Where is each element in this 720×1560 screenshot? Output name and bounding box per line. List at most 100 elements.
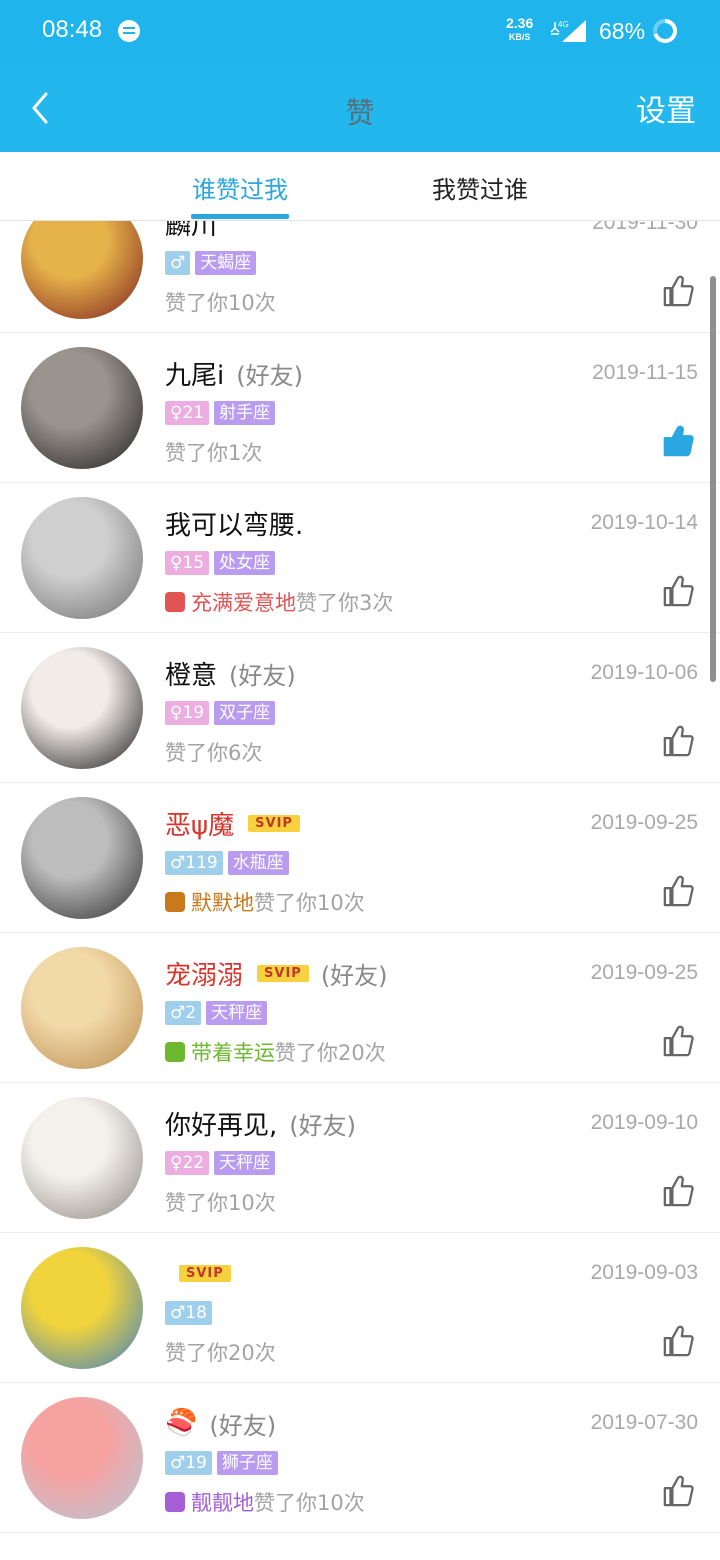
gender-age-tag: ♂2: [165, 1001, 202, 1025]
list-item[interactable]: 宠溺溺 SVIP (好友) 2019-09-25 ♂2 天秤座 带着幸运 赞了你…: [0, 933, 720, 1083]
like-summary: 带着幸运 赞了你20次: [165, 1037, 386, 1067]
list-item[interactable]: 恶ψ魔 SVIP 2019-09-25 ♂119 水瓶座 默默地 赞了你10次: [0, 783, 720, 933]
message-icon: [118, 20, 140, 42]
user-name[interactable]: 麟川: [165, 221, 217, 242]
like-date: 2019-11-15: [592, 361, 698, 384]
age: 21: [182, 403, 205, 423]
battery-icon: [653, 18, 678, 43]
user-tags: ♀21 射手座: [165, 401, 280, 425]
avatar[interactable]: [21, 1097, 143, 1219]
thumbs-up-icon[interactable]: [662, 423, 696, 459]
like-summary: 赞了你20次: [165, 1337, 276, 1367]
name-line: 麟川: [165, 221, 217, 241]
gender-symbol: ♂: [170, 853, 186, 873]
zodiac-tag: 水瓶座: [227, 851, 289, 875]
zodiac-tag: 天秤座: [206, 1001, 268, 1025]
user-name[interactable]: 我可以弯腰.: [165, 505, 303, 542]
gender-age-tag: ♂19: [165, 1451, 212, 1475]
list-item[interactable]: 麟川 2019-11-30 ♂ 天蝎座 赞了你10次: [0, 221, 720, 333]
tab-who-liked-me[interactable]: 谁赞过我: [192, 170, 288, 205]
gender-symbol: ♀: [170, 553, 183, 573]
likes-list[interactable]: 麟川 2019-11-30 ♂ 天蝎座 赞了你10次 九尾i (好友) 2019…: [0, 221, 720, 1560]
like-summary: 充满爱意地 赞了你3次: [165, 587, 393, 617]
user-tags: ♂ 天蝎座: [165, 251, 261, 275]
name-line: 宠溺溺 SVIP (好友): [165, 955, 388, 991]
avatar[interactable]: [21, 347, 143, 469]
svip-badge: SVIP: [257, 964, 309, 982]
gender-age-tag: ♀19: [165, 701, 210, 725]
thumbs-up-icon[interactable]: [662, 1323, 696, 1359]
user-name[interactable]: 九尾i: [165, 355, 224, 392]
like-date: 2019-09-25: [590, 961, 698, 984]
gender-age-tag: ♀21: [165, 401, 210, 425]
gender-symbol: ♂: [170, 1003, 186, 1023]
list-item[interactable]: 🍣 (好友) 2019-07-30 ♂19 狮子座 靓靓地 赞了你10次: [0, 1383, 720, 1533]
zodiac-tag: 天秤座: [214, 1151, 276, 1175]
avatar[interactable]: [21, 497, 143, 619]
avatar[interactable]: [21, 797, 143, 919]
like-date: 2019-09-10: [590, 1111, 698, 1134]
nav-bar: 赞 设置: [0, 64, 720, 152]
age: 18: [185, 1303, 207, 1323]
settings-button[interactable]: 设置: [636, 86, 696, 130]
avatar[interactable]: [21, 647, 143, 769]
friend-label: (好友): [289, 1111, 356, 1140]
like-date: 2019-10-14: [590, 511, 698, 534]
like-summary: 赞了你1次: [165, 437, 262, 467]
name-line: 我可以弯腰.: [165, 505, 303, 541]
list-item[interactable]: 橙意 (好友) 2019-10-06 ♀19 双子座 赞了你6次: [0, 633, 720, 783]
like-count: 赞了你10次: [254, 891, 365, 915]
age: 119: [185, 853, 218, 873]
thumbs-up-icon[interactable]: [662, 573, 696, 609]
zodiac-tag: 狮子座: [216, 1451, 278, 1475]
like-count: 赞了你10次: [165, 1191, 276, 1215]
user-name[interactable]: 恶ψ魔: [165, 805, 234, 842]
friend-label: (好友): [320, 961, 388, 990]
page-title: 赞: [345, 96, 375, 130]
thumbs-up-icon[interactable]: [662, 273, 696, 309]
like-effect-icon: [165, 592, 185, 612]
avatar[interactable]: [21, 947, 143, 1069]
user-name[interactable]: 🍣: [165, 1408, 197, 1438]
like-effect: 带着幸运: [191, 1041, 275, 1065]
friend-label: (好友): [236, 361, 303, 390]
thumbs-up-icon[interactable]: [662, 723, 696, 759]
network-speed: 2.36 KB/S: [506, 16, 533, 44]
list-item[interactable]: 你好再见, (好友) 2019-09-10 ♀22 天秤座 赞了你10次: [0, 1083, 720, 1233]
name-line: 🍣 (好友): [165, 1405, 276, 1441]
thumbs-up-icon[interactable]: [662, 1473, 696, 1509]
like-summary: 靓靓地 赞了你10次: [165, 1487, 365, 1517]
age: 22: [182, 1153, 205, 1173]
like-count: 赞了你6次: [165, 741, 263, 765]
zodiac-tag: 天蝎座: [195, 251, 257, 275]
avatar[interactable]: [21, 221, 143, 319]
list-item[interactable]: 我可以弯腰. 2019-10-14 ♀15 处女座 充满爱意地 赞了你3次: [0, 483, 720, 633]
age: 2: [185, 1003, 197, 1023]
user-name[interactable]: 宠溺溺: [165, 955, 243, 992]
avatar[interactable]: [21, 1397, 143, 1519]
like-effect: 充满爱意地: [191, 591, 296, 615]
like-date: 2019-09-25: [590, 811, 698, 834]
user-name[interactable]: 橙意: [165, 655, 217, 692]
user-name[interactable]: 你好再见,: [165, 1105, 277, 1142]
like-effect: 靓靓地: [191, 1491, 254, 1515]
thumbs-up-icon[interactable]: [662, 1173, 696, 1209]
like-effect-icon: [165, 892, 185, 912]
zodiac-tag: 双子座: [214, 701, 276, 725]
status-bar: 08:48 2.36 KB/S 4G 68%: [0, 0, 720, 64]
thumbs-up-icon[interactable]: [662, 873, 696, 909]
name-line: 橙意 (好友): [165, 655, 296, 691]
scrollbar[interactable]: [710, 276, 716, 682]
list-item[interactable]: SVIP 2019-09-03 ♂18 赞了你20次: [0, 1233, 720, 1383]
age: 19: [185, 1453, 207, 1473]
like-date: 2019-09-03: [590, 1261, 698, 1284]
age: 19: [182, 703, 205, 723]
avatar[interactable]: [21, 1247, 143, 1369]
like-count: 赞了你3次: [296, 591, 394, 615]
gender-age-tag: ♂119: [165, 851, 223, 875]
network-speed-value: 2.36: [506, 15, 534, 31]
list-item[interactable]: 九尾i (好友) 2019-11-15 ♀21 射手座 赞了你1次: [0, 333, 720, 483]
like-effect: 默默地: [191, 891, 254, 915]
thumbs-up-icon[interactable]: [662, 1023, 696, 1059]
tab-i-liked[interactable]: 我赞过谁: [432, 170, 528, 205]
